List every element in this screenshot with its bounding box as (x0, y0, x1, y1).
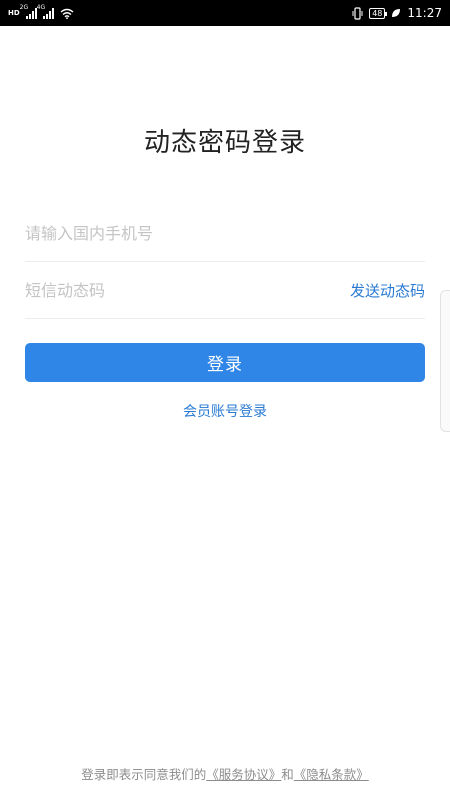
member-login-link[interactable]: 会员账号登录 (0, 401, 450, 421)
leaf-icon (392, 9, 401, 17)
battery-icon: 48 (369, 7, 388, 19)
sms-code-input[interactable] (25, 280, 285, 300)
status-time: 11:27 (407, 6, 442, 20)
edge-drawer-handle[interactable] (440, 290, 450, 432)
login-button[interactable]: 登录 (25, 343, 425, 382)
signal-2g-icon: 2G (20, 4, 37, 19)
status-bar-right: 48 11:27 (352, 6, 442, 20)
signal-4g-icon: 4G (37, 4, 54, 19)
wifi-icon (60, 8, 74, 19)
phone-input[interactable] (25, 223, 285, 243)
service-agreement-link[interactable]: 《服务协议》 (206, 767, 281, 782)
hd-icon: HD (8, 9, 20, 17)
status-bar: HD 2G 4G 48 11:27 (0, 0, 450, 26)
agreement-text: 登录即表示同意我们的《服务协议》和《隐私条款》 (0, 764, 450, 783)
send-code-button[interactable]: 发送动态码 (350, 280, 425, 301)
status-bar-left: HD 2G 4G (8, 4, 74, 19)
signal-2g-label: 2G (19, 3, 29, 11)
vibrate-icon (352, 6, 363, 20)
page-title: 动态密码登录 (143, 128, 306, 158)
agreement-prefix: 登录即表示同意我们的 (81, 767, 207, 782)
privacy-policy-link[interactable]: 《隐私条款》 (294, 767, 369, 782)
phone-field-row (25, 205, 425, 262)
agreement-conjunction: 和 (281, 767, 294, 782)
battery-level: 48 (372, 8, 383, 18)
code-field-row: 发送动态码 (25, 262, 425, 319)
signal-4g-label: 4G (36, 3, 46, 11)
